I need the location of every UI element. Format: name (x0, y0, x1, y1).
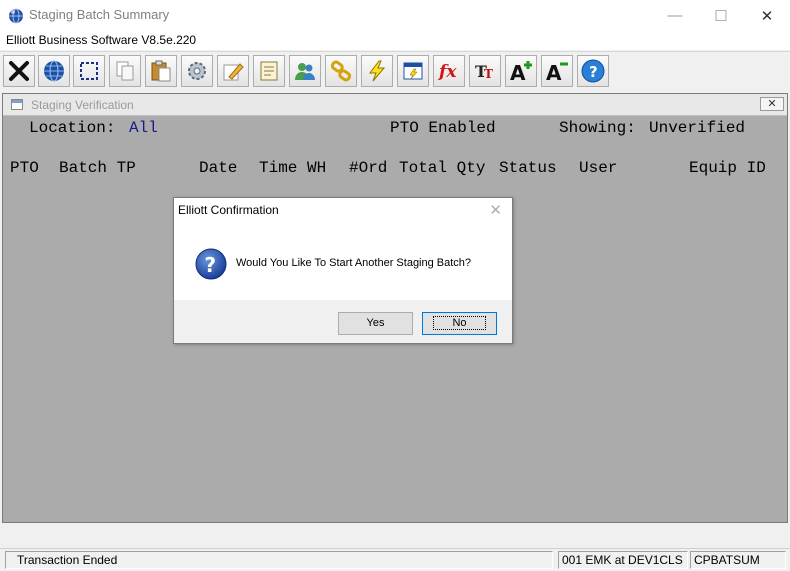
session-info: 001 EMK at DEV1CLS (558, 551, 688, 569)
exit-button[interactable] (3, 55, 35, 87)
edit-button[interactable] (217, 55, 249, 87)
location-label: Location: (29, 119, 116, 137)
title-bar: Staging Batch Summary — ☐ ✕ (0, 0, 790, 31)
dialog-title: Elliott Confirmation (178, 203, 279, 217)
question-icon: ? (195, 248, 227, 280)
report-icon (403, 62, 423, 80)
help-button[interactable]: ? (577, 55, 609, 87)
status-bar: Transaction Ended 001 EMK at DEV1CLS CPB… (0, 548, 790, 571)
dialog-message: Would You Like To Start Another Staging … (236, 257, 472, 269)
child-close-button[interactable]: ✕ (760, 97, 784, 111)
dialog-close-button[interactable]: ✕ (489, 201, 502, 219)
pto-status: PTO Enabled (390, 119, 496, 137)
column-header-total-qty: Total Qty (399, 159, 486, 177)
confirmation-dialog: Elliott Confirmation ✕ ? Would You Like … (173, 197, 513, 344)
child-window-icon (11, 99, 23, 110)
users-icon (295, 63, 315, 80)
lightning-button[interactable] (361, 55, 393, 87)
function-icon: fx (438, 62, 457, 82)
column-header-time-wh: Time WH (259, 159, 327, 177)
select-button[interactable] (73, 55, 105, 87)
help-icon: ? (581, 59, 605, 83)
globe-button[interactable] (38, 55, 70, 87)
copy-icon (116, 61, 134, 81)
program-name: CPBATSUM (690, 551, 786, 569)
font-decrease-icon: A (546, 61, 568, 83)
report-button[interactable] (397, 55, 429, 87)
column-header-status: Status (499, 159, 557, 177)
font-icon: TT (475, 62, 493, 81)
close-button[interactable]: ✕ (744, 0, 790, 31)
status-message: Transaction Ended (5, 551, 553, 569)
lightning-icon (369, 60, 386, 82)
svg-text:T: T (484, 67, 493, 81)
menu-bar: Elliott Business Software V8.5e.220 (0, 31, 790, 50)
settings-button[interactable] (181, 55, 213, 87)
notes-button[interactable] (253, 55, 285, 87)
location-value[interactable]: All (129, 119, 158, 137)
column-header-equip-id: Equip ID (689, 159, 766, 177)
dialog-button-bar: Yes No (174, 300, 512, 343)
yes-button[interactable]: Yes (338, 312, 413, 335)
column-header-pto: PTO (10, 159, 39, 177)
no-button-label: No (433, 316, 486, 330)
svg-text:?: ? (589, 63, 598, 81)
column-header-batch-tp: Batch TP (59, 159, 136, 177)
globe-icon (44, 60, 64, 82)
exit-icon (9, 61, 29, 81)
svg-text:?: ? (205, 253, 217, 277)
paste-icon (151, 60, 171, 82)
users-button[interactable] (289, 55, 321, 87)
settings-icon (188, 62, 206, 80)
no-button[interactable]: No (422, 312, 497, 335)
font-decrease-button[interactable]: A (541, 55, 573, 87)
app-globe-icon (9, 8, 23, 24)
font-increase-icon: A (510, 61, 532, 83)
copy-button[interactable] (109, 55, 141, 87)
svg-text:A: A (510, 61, 526, 83)
column-header-user: User (579, 159, 618, 177)
svg-text:A: A (546, 61, 562, 83)
font-increase-button[interactable]: A (505, 55, 537, 87)
showing-value: Unverified (649, 119, 746, 137)
function-button[interactable]: fx (433, 55, 465, 87)
paste-button[interactable] (145, 55, 177, 87)
edit-icon (223, 63, 244, 81)
svg-text:fx: fx (438, 62, 457, 82)
child-window-title-bar: Staging Verification ✕ (3, 94, 787, 116)
notes-icon (260, 61, 278, 81)
window-title: Staging Batch Summary (29, 7, 170, 22)
application-window: Staging Batch Summary — ☐ ✕ Elliott Busi… (0, 0, 790, 571)
column-header-orders: #Ord (349, 159, 388, 177)
link-button[interactable] (325, 55, 357, 87)
link-icon (330, 60, 352, 82)
minimize-button[interactable]: — (652, 0, 698, 31)
yes-button-label: Yes (366, 317, 385, 329)
column-header-date: Date (199, 159, 238, 177)
child-window-title: Staging Verification (31, 98, 134, 112)
font-button[interactable]: TT (469, 55, 501, 87)
toolbar: fx TT A A ? (0, 51, 790, 90)
app-version-label: Elliott Business Software V8.5e.220 (6, 33, 197, 47)
select-icon (80, 62, 98, 80)
maximize-button[interactable]: ☐ (698, 0, 744, 31)
showing-label: Showing: (559, 119, 636, 137)
